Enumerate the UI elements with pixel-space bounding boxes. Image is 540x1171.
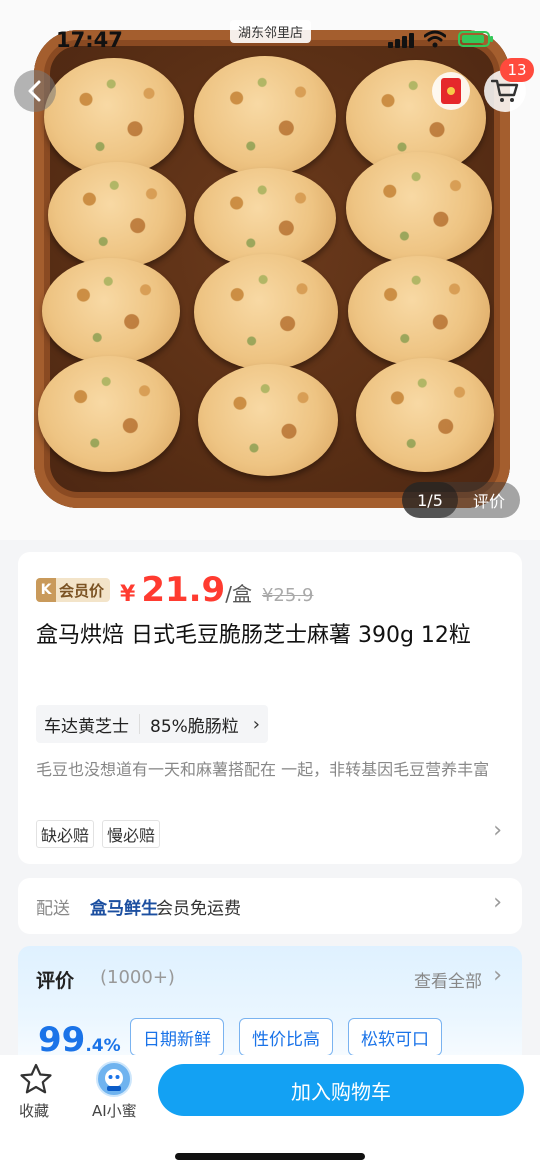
gallery-index: 1/5 <box>402 482 458 518</box>
reviews-count: (1000+) <box>100 967 175 988</box>
price-unit: /盒 <box>225 582 252 606</box>
product-image-gallery[interactable]: 17:47 湖东邻里店 13 1/5 评价 <box>0 0 540 540</box>
member-price-badge: K 会员价 <box>36 578 111 602</box>
chevron-right-icon: › <box>252 713 260 735</box>
bun <box>194 168 336 268</box>
add-to-cart-button[interactable]: 加入购物车 <box>158 1064 524 1116</box>
positive-rate: 99.4% <box>38 1020 121 1060</box>
status-time: 17:47 <box>56 28 123 52</box>
shipping-label: 配送 <box>36 899 70 919</box>
bun <box>198 364 338 476</box>
chevron-left-icon <box>28 80 41 102</box>
red-packet-icon <box>441 78 461 104</box>
bun <box>42 258 180 364</box>
reviews-title: 评价 <box>36 970 75 992</box>
wifi-icon <box>424 30 446 48</box>
chevron-right-icon[interactable]: › <box>493 818 502 843</box>
currency-symbol: ¥ <box>120 582 136 607</box>
member-icon: K <box>36 578 56 602</box>
bun <box>356 358 494 472</box>
divider <box>139 714 140 734</box>
product-description: 毛豆也没想道有一天和麻薯搭配在 一起，非转基因毛豆营养丰富 <box>36 760 490 779</box>
bun <box>346 152 492 264</box>
ai-assistant-label[interactable]: AI小蜜 <box>92 1100 137 1121</box>
status-bar: 17:47 湖东邻里店 <box>0 0 540 80</box>
service-promises[interactable]: 缺必赔 慢必赔 <box>36 820 168 848</box>
shipping-brand: 盒马鲜生 <box>90 899 158 919</box>
red-packet-button[interactable] <box>432 72 470 110</box>
shipping-text: 会员免运费 <box>156 899 241 919</box>
chevron-right-icon: › <box>493 890 502 915</box>
product-title: 盒马烘焙 日式毛豆脆肠芝士麻薯 390g 12粒 <box>36 623 471 648</box>
ai-assistant-button[interactable] <box>96 1061 132 1097</box>
bun <box>194 254 338 370</box>
price: 21.9 <box>141 570 226 610</box>
product-info-card: K 会员价 ¥ 21.9 /盒 ¥25.9 盒马烘焙 日式毛豆脆肠芝士麻薯 39… <box>18 552 522 864</box>
home-indicator <box>175 1153 365 1160</box>
signal-icon <box>388 32 414 48</box>
original-price: ¥25.9 <box>261 585 314 606</box>
gallery-pager[interactable]: 1/5 评价 <box>402 482 520 518</box>
bun <box>48 162 186 268</box>
ai-avatar-icon <box>105 1069 123 1091</box>
bottom-action-bar: 收藏 AI小蜜 加入购物车 <box>0 1055 540 1171</box>
review-tag[interactable]: 日期新鲜 <box>130 1018 224 1056</box>
spec-item: 85%脆肠粒 <box>150 716 239 737</box>
chevron-right-icon[interactable]: › <box>493 963 502 988</box>
bun <box>38 356 180 472</box>
star-icon <box>20 1063 52 1094</box>
spec-selector[interactable]: 车达黄芝士 85%脆肠粒 › <box>36 705 268 743</box>
store-name[interactable]: 湖东邻里店 <box>230 20 312 43</box>
spec-item: 车达黄芝士 <box>44 716 129 737</box>
promise-tag: 缺必赔 <box>36 820 95 848</box>
see-all-reviews-link[interactable]: 查看全部 <box>414 967 482 992</box>
shipping-row[interactable]: 配送 盒马鲜生 会员免运费 › <box>18 878 522 934</box>
price-row: K 会员价 ¥ 21.9 /盒 ¥25.9 <box>36 570 314 610</box>
back-button[interactable] <box>14 70 56 112</box>
battery-icon <box>458 31 493 47</box>
gallery-review-link[interactable]: 评价 <box>458 488 520 512</box>
favorite-button[interactable] <box>16 1063 56 1099</box>
favorite-label[interactable]: 收藏 <box>19 1100 49 1121</box>
promise-tag: 慢必赔 <box>102 820 161 848</box>
review-tag[interactable]: 性价比高 <box>239 1018 333 1056</box>
cart-count-badge: 13 <box>500 58 534 82</box>
review-tag[interactable]: 松软可口 <box>348 1018 442 1056</box>
bun <box>348 256 490 366</box>
product-detail-page: 17:47 湖东邻里店 13 1/5 评价 K 会员价 ¥ 21.9 /盒 ¥2… <box>0 0 540 1171</box>
